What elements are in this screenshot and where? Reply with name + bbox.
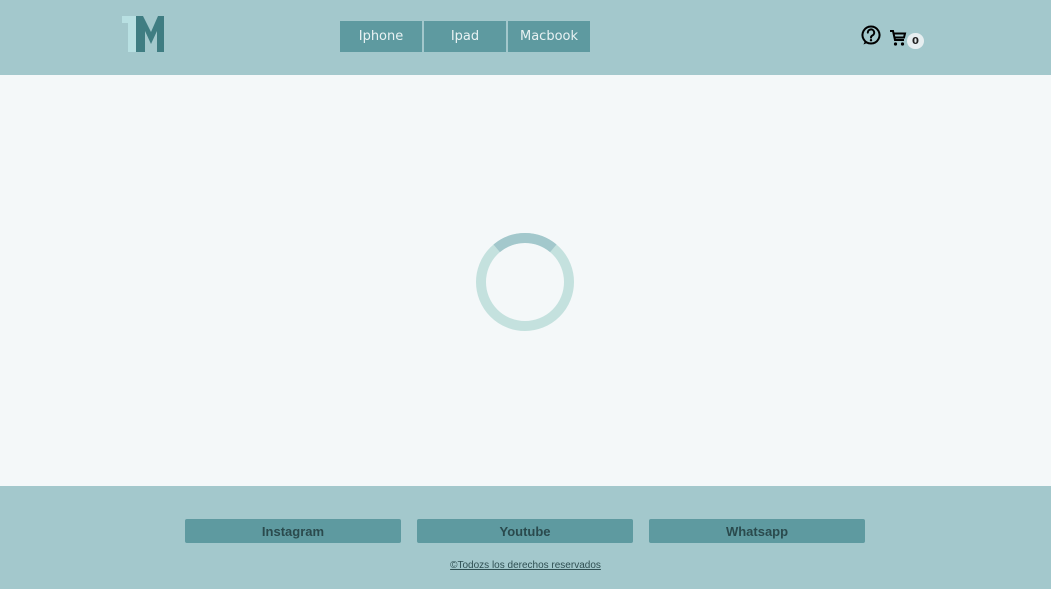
main-nav: Iphone Ipad Macbook — [340, 21, 590, 52]
help-circle-icon[interactable] — [861, 25, 881, 45]
instagram-button[interactable]: Instagram — [185, 519, 401, 543]
copyright-link[interactable]: ©Todozs los derechos reservados — [0, 560, 1051, 571]
cart-count-badge: 0 — [907, 33, 924, 49]
spinner-icon — [476, 232, 574, 331]
nav-iphone[interactable]: Iphone — [340, 21, 424, 52]
site-footer: Instagram Youtube Whatsapp ©Todozs los d… — [0, 486, 1051, 589]
whatsapp-button[interactable]: Whatsapp — [649, 519, 865, 543]
nav-ipad[interactable]: Ipad — [424, 21, 508, 52]
cart-icon[interactable] — [889, 29, 907, 47]
main-content — [0, 75, 1051, 486]
site-header: Iphone Ipad Macbook 0 — [0, 0, 1051, 75]
nav-macbook[interactable]: Macbook — [508, 21, 590, 52]
tm-logo[interactable] — [122, 16, 166, 52]
youtube-button[interactable]: Youtube — [417, 519, 633, 543]
